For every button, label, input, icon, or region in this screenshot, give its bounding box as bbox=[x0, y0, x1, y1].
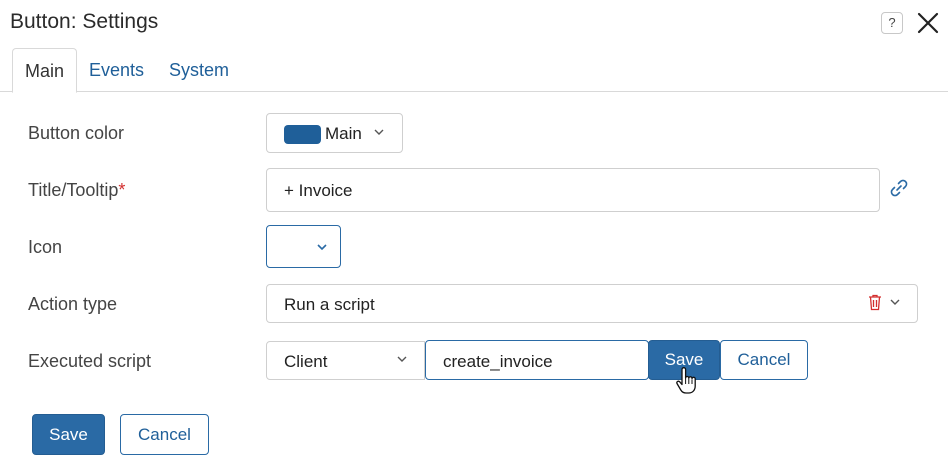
help-button[interactable]: ? bbox=[881, 12, 903, 34]
cancel-button[interactable]: Cancel bbox=[120, 414, 209, 455]
chevron-down-icon bbox=[397, 356, 407, 362]
help-icon: ? bbox=[888, 15, 896, 30]
chevron-down-icon bbox=[317, 244, 327, 251]
button-color-label: Button color bbox=[28, 123, 125, 143]
chevron-down-icon bbox=[374, 129, 384, 135]
tab-system[interactable]: System bbox=[157, 48, 241, 92]
title-tooltip-input[interactable]: + Invoice bbox=[266, 168, 880, 212]
close-icon bbox=[917, 12, 939, 34]
script-side-value: Client bbox=[284, 352, 328, 371]
link-icon[interactable] bbox=[888, 177, 910, 199]
button-color-select[interactable]: Main bbox=[266, 113, 403, 153]
hand-cursor-icon bbox=[676, 367, 696, 394]
script-side-select[interactable]: Client bbox=[266, 341, 425, 380]
button-color-value: Main bbox=[325, 124, 362, 143]
chevron-down-icon bbox=[890, 299, 900, 305]
script-cancel-button[interactable]: Cancel bbox=[720, 340, 808, 380]
tab-bar: Main Events System bbox=[0, 48, 948, 93]
icon-select[interactable] bbox=[266, 225, 341, 268]
save-button[interactable]: Save bbox=[32, 414, 105, 455]
trash-icon[interactable] bbox=[868, 294, 882, 311]
action-type-label: Action type bbox=[28, 294, 118, 314]
title-tooltip-label: Title/Tooltip* bbox=[28, 180, 125, 201]
icon-label: Icon bbox=[28, 237, 63, 257]
script-name-value: create_invoice bbox=[443, 352, 553, 371]
title-tooltip-label-text: Title/Tooltip bbox=[28, 180, 119, 200]
close-button[interactable] bbox=[916, 11, 940, 35]
action-type-select[interactable]: Run a script bbox=[266, 284, 918, 323]
action-type-value: Run a script bbox=[284, 295, 375, 314]
required-mark: * bbox=[118, 180, 126, 200]
script-name-input[interactable]: create_invoice bbox=[425, 340, 649, 380]
color-swatch bbox=[284, 125, 321, 144]
dialog-title: Button: Settings bbox=[10, 10, 159, 33]
tab-events[interactable]: Events bbox=[77, 48, 156, 92]
title-tooltip-value: + Invoice bbox=[284, 181, 353, 200]
executed-script-label: Executed script bbox=[28, 351, 152, 371]
tab-main[interactable]: Main bbox=[12, 48, 78, 93]
